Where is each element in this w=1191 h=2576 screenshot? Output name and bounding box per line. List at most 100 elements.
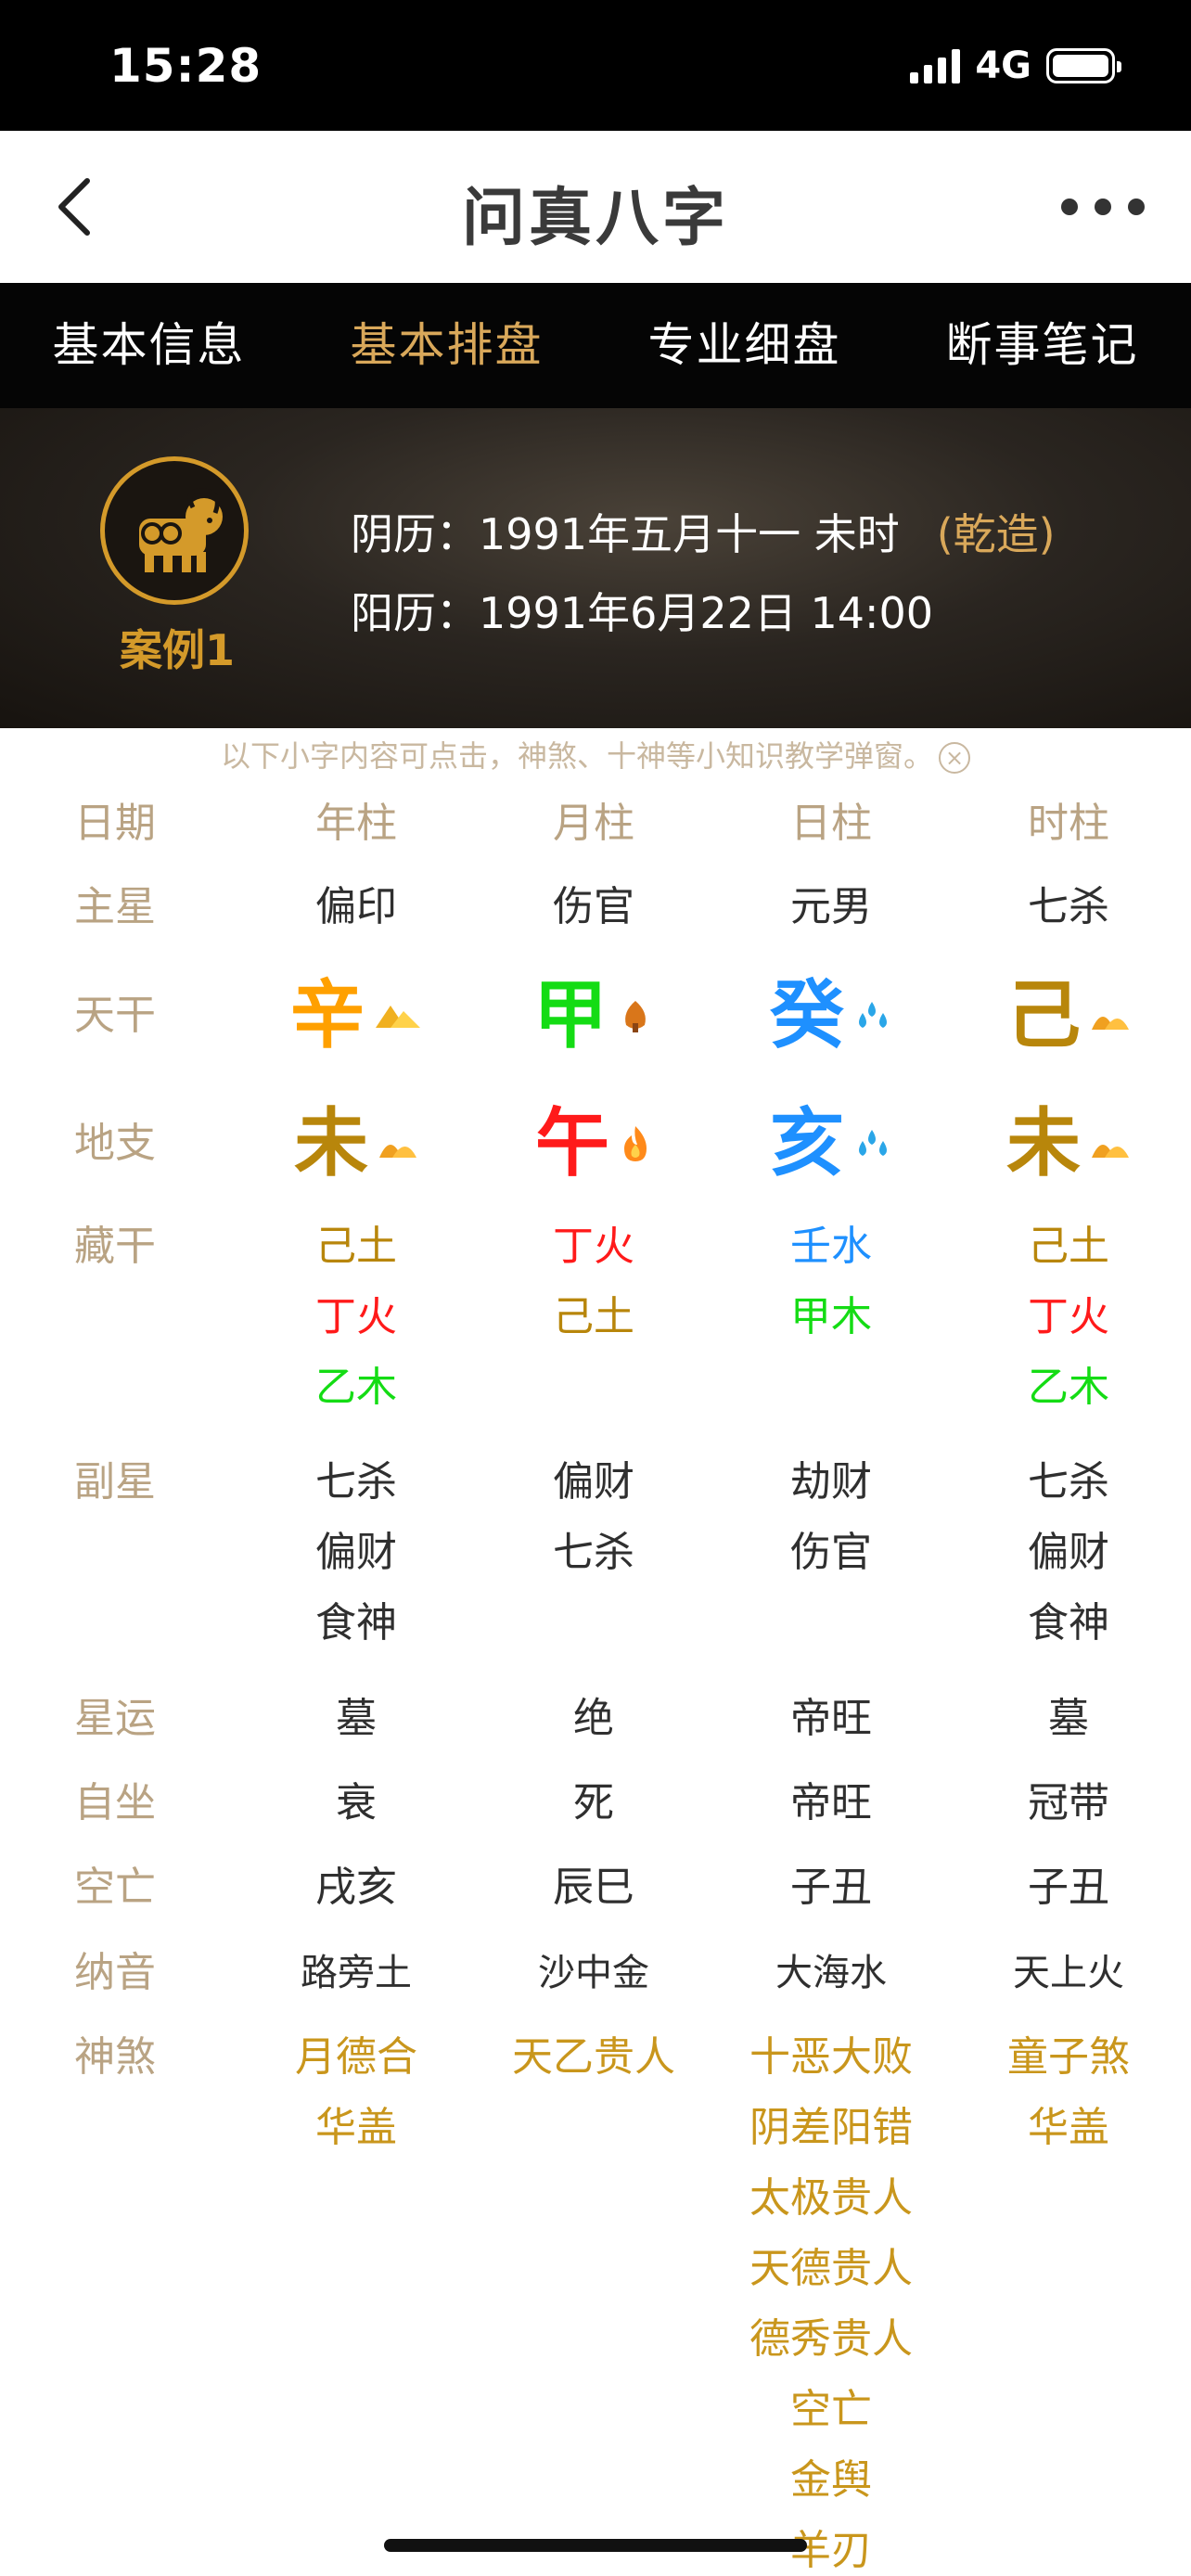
hidden-stem[interactable]: 乙木: [237, 1352, 475, 1423]
shensha-item[interactable]: 阴差阳错: [712, 2093, 950, 2163]
shensha-item[interactable]: 童子煞: [950, 2022, 1187, 2093]
tab-basic-info[interactable]: 基本信息: [0, 283, 298, 408]
profile-card: 案例1 阴历：1991年五月十一 未时 (乾造) 阳历：1991年6月22日 14…: [0, 408, 1191, 728]
hidden-stem[interactable]: 甲木: [712, 1282, 950, 1352]
hidden-stems-day: 壬水 甲木: [712, 1211, 950, 1352]
void-day[interactable]: 子丑: [712, 1852, 950, 1923]
hidden-stem[interactable]: 己土: [950, 1211, 1187, 1282]
shensha-item[interactable]: 十恶大败: [712, 2022, 950, 2093]
sub-star[interactable]: 偏财: [950, 1518, 1187, 1588]
row-label-nayin: 纳音: [74, 1949, 156, 1996]
sub-star[interactable]: 食神: [950, 1588, 1187, 1659]
col-header-year: 年柱: [315, 800, 397, 847]
sub-stars-month: 偏财 七杀: [475, 1447, 712, 1588]
star-luck-month[interactable]: 绝: [475, 1684, 712, 1754]
void-hour[interactable]: 子丑: [950, 1852, 1187, 1923]
stem-day[interactable]: 癸: [712, 965, 950, 1079]
branch-hour[interactable]: 未: [950, 1093, 1187, 1207]
main-star-day[interactable]: 元男: [712, 872, 950, 942]
stem-year[interactable]: 辛: [237, 965, 475, 1079]
sub-star[interactable]: 偏财: [237, 1518, 475, 1588]
star-luck-hour[interactable]: 墓: [950, 1684, 1187, 1754]
goat-zodiac-icon[interactable]: [100, 456, 249, 605]
hidden-stem[interactable]: 丁火: [475, 1211, 712, 1282]
tab-basic-chart[interactable]: 基本排盘: [298, 283, 596, 408]
star-luck-day[interactable]: 帝旺: [712, 1684, 950, 1754]
main-star-hour[interactable]: 七杀: [950, 872, 1187, 942]
hidden-stem[interactable]: 己土: [475, 1282, 712, 1352]
self-seat-month[interactable]: 死: [475, 1768, 712, 1839]
shensha-item[interactable]: 太极贵人: [712, 2163, 950, 2234]
hidden-stem[interactable]: 丁火: [237, 1282, 475, 1352]
row-label-main-star: 主星: [74, 883, 156, 930]
shensha-item[interactable]: 德秀贵人: [712, 2304, 950, 2375]
row-label-self-seat: 自坐: [74, 1779, 156, 1826]
sub-star[interactable]: 七杀: [237, 1447, 475, 1518]
void-month[interactable]: 辰巳: [475, 1852, 712, 1923]
shensha-month: 天乙贵人: [475, 2022, 712, 2093]
case-label: 案例1: [119, 625, 235, 675]
shensha-item[interactable]: 天乙贵人: [475, 2022, 712, 2093]
shensha-item[interactable]: 金舆: [712, 2445, 950, 2516]
shensha-item[interactable]: 华盖: [950, 2093, 1187, 2163]
row-label-stem: 天干: [74, 992, 156, 1039]
main-star-year[interactable]: 偏印: [237, 872, 475, 942]
stem-month[interactable]: 甲: [475, 965, 712, 1079]
shensha-item[interactable]: 空亡: [712, 2375, 950, 2445]
stem-hour[interactable]: 己: [950, 965, 1187, 1079]
row-label-star-luck: 星运: [74, 1695, 156, 1742]
hidden-stem[interactable]: 己土: [237, 1211, 475, 1282]
nav-bar: 问真八字: [0, 131, 1191, 283]
hint-text: 以下小字内容可点击，神煞、十神等小知识教学弹窗。: [220, 738, 933, 774]
hidden-stem[interactable]: 丁火: [950, 1282, 1187, 1352]
sub-star[interactable]: 七杀: [950, 1447, 1187, 1518]
home-indicator[interactable]: [384, 2539, 807, 2552]
tab-bar: 基本信息 基本排盘 专业细盘 断事笔记: [0, 283, 1191, 408]
branch-month[interactable]: 午: [475, 1093, 712, 1207]
sub-stars-year: 七杀 偏财 食神: [237, 1447, 475, 1659]
network-type: 4G: [975, 45, 1031, 87]
shensha-item[interactable]: 月德合: [237, 2022, 475, 2093]
shensha-item[interactable]: 华盖: [237, 2093, 475, 2163]
close-hint-icon[interactable]: ×: [939, 742, 970, 774]
self-seat-hour[interactable]: 冠带: [950, 1768, 1187, 1839]
col-header-hour: 时柱: [1028, 800, 1109, 847]
sub-star[interactable]: 劫财: [712, 1447, 950, 1518]
signal-icon: [910, 48, 961, 83]
nayin-month[interactable]: 沙中金: [475, 1938, 712, 2008]
status-bar: 15:28 4G: [0, 0, 1191, 131]
tab-pro-chart[interactable]: 专业细盘: [596, 283, 893, 408]
status-time: 15:28: [109, 39, 263, 93]
shensha-item[interactable]: 天德贵人: [712, 2234, 950, 2304]
solar-date: 阳历：1991年6月22日 14:00: [351, 588, 934, 638]
hidden-stem[interactable]: 壬水: [712, 1211, 950, 1282]
nayin-hour[interactable]: 天上火: [950, 1938, 1187, 2008]
star-luck-year[interactable]: 墓: [237, 1684, 475, 1754]
gender-tag: (乾造): [936, 509, 1056, 559]
row-label-shensha: 神煞: [74, 2033, 156, 2081]
sub-star[interactable]: 偏财: [475, 1447, 712, 1518]
sub-star[interactable]: 伤官: [712, 1518, 950, 1588]
self-seat-year[interactable]: 衰: [237, 1768, 475, 1839]
void-year[interactable]: 戌亥: [237, 1852, 475, 1923]
tab-notes[interactable]: 断事笔记: [893, 283, 1191, 408]
more-button[interactable]: [1061, 188, 1145, 225]
battery-icon: [1046, 48, 1121, 83]
nayin-year[interactable]: 路旁土: [237, 1938, 475, 2008]
branch-year[interactable]: 未: [237, 1093, 475, 1207]
row-label-branch: 地支: [74, 1120, 156, 1167]
hidden-stem[interactable]: 乙木: [950, 1352, 1187, 1423]
self-seat-day[interactable]: 帝旺: [712, 1768, 950, 1839]
nayin-day[interactable]: 大海水: [712, 1938, 950, 2008]
main-star-month[interactable]: 伤官: [475, 872, 712, 942]
earth-icon: [379, 1145, 416, 1158]
earth-icon: [1092, 1145, 1129, 1158]
sub-star[interactable]: 食神: [237, 1588, 475, 1659]
status-icons: 4G: [910, 45, 1121, 87]
sub-star[interactable]: 七杀: [475, 1518, 712, 1588]
sub-stars-day: 劫财 伤官: [712, 1447, 950, 1588]
water-icon: [859, 1130, 887, 1156]
hidden-stems-hour: 己土 丁火 乙木: [950, 1211, 1187, 1423]
row-label-date: 日期: [74, 800, 156, 847]
branch-day[interactable]: 亥: [712, 1093, 950, 1207]
